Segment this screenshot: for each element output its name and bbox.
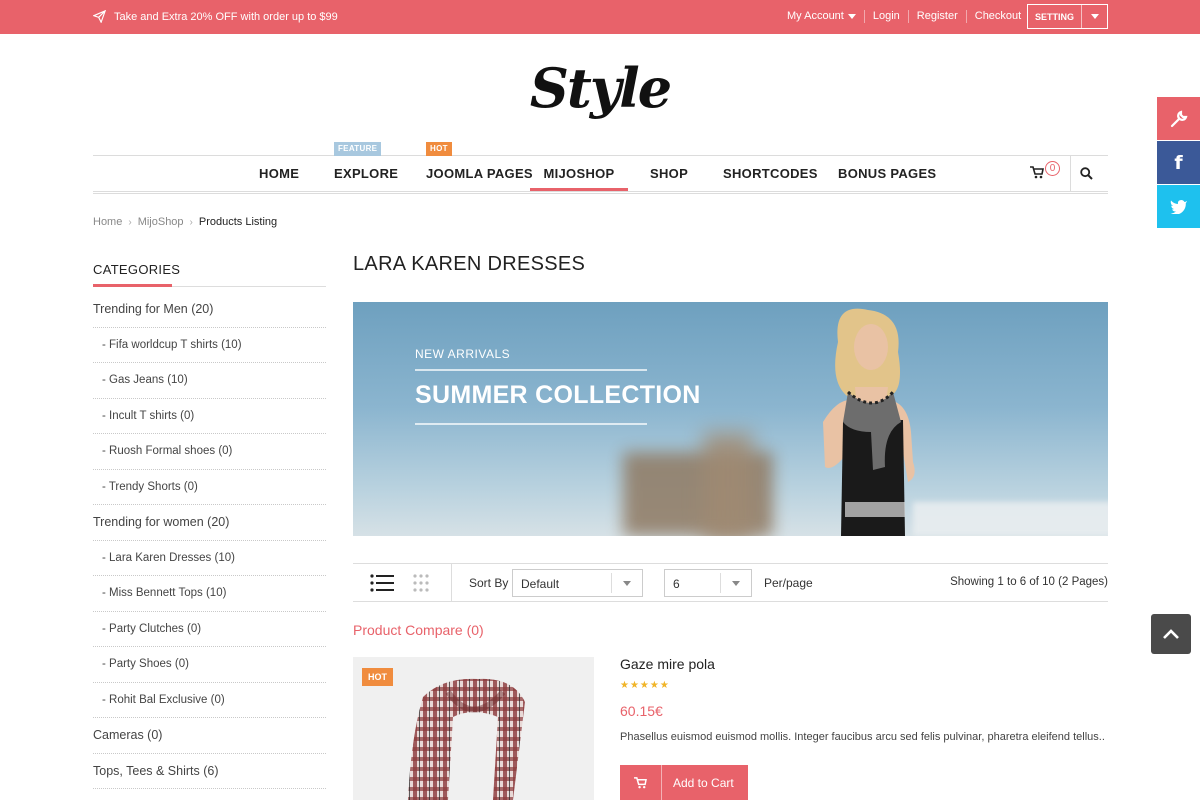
site-logo[interactable]: Style (0, 56, 1200, 120)
facebook-icon[interactable]: f (1157, 141, 1200, 184)
breadcrumb-home[interactable]: Home (93, 216, 122, 228)
breadcrumb-current: Products Listing (198, 216, 278, 228)
chevron-down-icon[interactable] (1082, 5, 1107, 28)
subcategory-item[interactable]: - Trendy Shorts (0) (93, 470, 326, 505)
nav-shop[interactable]: SHOP (650, 156, 688, 191)
twitter-icon[interactable] (1157, 185, 1200, 228)
category-item[interactable]: Cameras (0) (93, 718, 326, 754)
add-to-cart-label: Add to Cart (673, 776, 734, 790)
nav-mijoshop[interactable]: MIJOSHOP (530, 156, 628, 191)
sort-label: Sort By (469, 576, 509, 590)
chevron-right-icon: › (189, 216, 193, 228)
subcategory-item[interactable]: - Party Shoes (0) (93, 647, 326, 683)
account-links: My Account Login Register Checkout (787, 10, 1029, 23)
breadcrumb: Home › MijoShop › Products Listing (93, 216, 277, 228)
hot-badge: HOT (426, 142, 452, 156)
nav-home[interactable]: HOME (259, 156, 299, 191)
nav-shortcodes[interactable]: SHORTCODES (723, 156, 818, 191)
wrench-icon[interactable] (1157, 97, 1200, 140)
subcategory-item[interactable]: - Party Clutches (0) (93, 612, 326, 647)
breadcrumb-mijoshop[interactable]: MijoShop (138, 216, 184, 228)
subcategory-item[interactable]: - Rohit Bal Exclusive (0) (93, 683, 326, 718)
results-count: Showing 1 to 6 of 10 (2 Pages) (950, 576, 1108, 588)
toolbar-divider (451, 564, 452, 601)
top-bar: Take and Extra 20% OFF with order up to … (0, 0, 1200, 34)
subcategory-item[interactable]: - Ruosh Formal shoes (0) (93, 434, 326, 470)
grid-view-icon[interactable] (413, 574, 433, 597)
per-page-select[interactable]: 6 (664, 569, 752, 597)
nav-explore-label: EXPLORE (334, 166, 399, 181)
banner-rule (415, 423, 647, 425)
feature-badge: FEATURE (334, 142, 382, 156)
sort-value: Default (521, 577, 560, 591)
chevron-right-icon: › (128, 216, 132, 228)
list-view-icon[interactable] (370, 574, 394, 597)
subcategory-item[interactable]: - Fifa worldcup T shirts (10) (93, 328, 326, 363)
back-to-top-button[interactable] (1151, 614, 1191, 654)
category-item[interactable]: Trending for Men (20) (93, 292, 326, 328)
per-page-value: 6 (673, 577, 680, 591)
chevron-up-icon (1163, 629, 1179, 639)
paper-plane-icon (93, 10, 106, 23)
subcategory-item[interactable]: - Gas Jeans (10) (93, 363, 326, 399)
chevron-down-icon (732, 581, 740, 586)
page-title: LARA KAREN DRESSES (353, 253, 586, 275)
setting-dropdown[interactable]: SETTING (1027, 4, 1108, 29)
listing-toolbar: Sort By Default 6 Per/page Showing 1 to … (353, 563, 1108, 602)
sort-select[interactable]: Default (512, 569, 643, 597)
nav-joomla-pages-label: JOOMLA PAGES (426, 166, 533, 181)
register-link[interactable]: Register (907, 10, 966, 23)
banner-title: SUMMER COLLECTION (415, 381, 701, 409)
promo-banner[interactable]: NEW ARRIVALS SUMMER COLLECTION (353, 302, 1108, 536)
categories-heading: CATEGORIES (93, 262, 181, 277)
cart-icon (620, 765, 662, 800)
promo-message: Take and Extra 20% OFF with order up to … (93, 10, 338, 23)
star-rating: ★★★★★ (620, 680, 670, 691)
banner-background (703, 432, 753, 536)
nav-joomla-pages[interactable]: HOT JOOMLA PAGES (426, 142, 533, 191)
chevron-down-icon (847, 13, 856, 19)
add-to-cart-button[interactable]: Add to Cart (620, 765, 748, 800)
subcategory-item[interactable]: - Miss Bennett Tops (10) (93, 576, 326, 612)
category-list: Trending for Men (20) - Fifa worldcup T … (93, 292, 326, 789)
category-item[interactable]: Trending for women (20) (93, 505, 326, 541)
my-account-label: My Account (787, 10, 844, 22)
banner-subtitle: NEW ARRIVALS (415, 347, 511, 361)
login-link[interactable]: Login (863, 10, 908, 23)
hot-badge: HOT (362, 668, 393, 686)
product-description: Phasellus euismod euismod mollis. Intege… (620, 731, 1105, 743)
nav-divider (93, 191, 1108, 194)
cart-count-badge: 0 (1045, 161, 1060, 176)
cart-icon[interactable] (1030, 166, 1044, 182)
product-price: 60.15€ (620, 703, 663, 719)
subcategory-item[interactable]: - Lara Karen Dresses (10) (93, 541, 326, 576)
promo-text: Take and Extra 20% OFF with order up to … (114, 10, 338, 23)
chevron-down-icon (623, 581, 631, 586)
category-item[interactable]: Tops, Tees & Shirts (6) (93, 754, 326, 789)
banner-rule (415, 369, 647, 371)
product-compare-link[interactable]: Product Compare (0) (353, 622, 484, 638)
heading-accent (93, 284, 172, 287)
nav-bonus-pages[interactable]: BONUS PAGES (838, 156, 936, 191)
nav-divider (1070, 156, 1071, 191)
subcategory-item[interactable]: - Incult T shirts (0) (93, 399, 326, 434)
per-page-label: Per/page (764, 576, 813, 590)
product-name[interactable]: Gaze mire pola (620, 656, 715, 672)
search-icon[interactable] (1080, 167, 1094, 181)
my-account-link[interactable]: My Account (787, 10, 864, 23)
nav-explore[interactable]: FEATURE EXPLORE (334, 142, 399, 191)
model-image (823, 308, 915, 536)
setting-label: SETTING (1028, 5, 1082, 28)
checkout-link[interactable]: Checkout (965, 10, 1029, 23)
